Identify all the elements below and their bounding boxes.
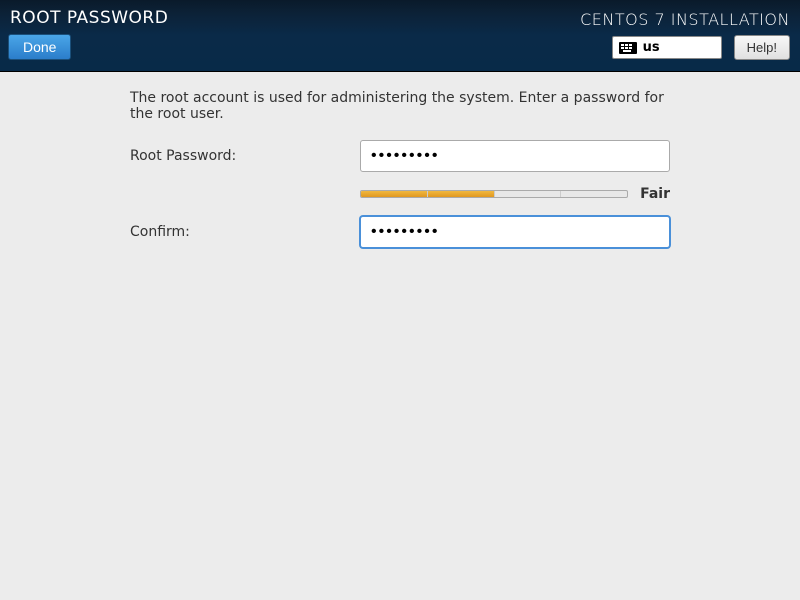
help-button[interactable]: Help!: [734, 35, 790, 60]
header: ROOT PASSWORD Done CENTOS 7 INSTALLATION…: [0, 0, 800, 72]
page-title: ROOT PASSWORD: [10, 8, 168, 28]
password-strength-row: Fair: [360, 186, 670, 202]
confirm-password-input[interactable]: [360, 216, 670, 248]
root-password-input[interactable]: [360, 140, 670, 172]
password-strength-label: Fair: [640, 186, 670, 202]
confirm-password-row: Confirm:: [130, 216, 670, 248]
instruction-text: The root account is used for administeri…: [130, 90, 670, 122]
keyboard-layout-selector[interactable]: us: [612, 36, 722, 59]
root-password-row: Root Password:: [130, 140, 670, 172]
installer-name: CENTOS 7 INSTALLATION: [580, 10, 790, 29]
done-button[interactable]: Done: [8, 34, 71, 60]
header-controls: us Help!: [580, 35, 790, 60]
root-password-label: Root Password:: [130, 148, 360, 164]
strength-segment: [495, 191, 562, 197]
strength-segment: [361, 191, 428, 197]
header-right: CENTOS 7 INSTALLATION us Help!: [580, 10, 790, 60]
strength-segment: [428, 191, 495, 197]
content: The root account is used for administeri…: [0, 72, 800, 248]
keyboard-layout-label: us: [643, 40, 660, 55]
password-strength-bar: [360, 190, 628, 198]
confirm-password-label: Confirm:: [130, 224, 360, 240]
strength-segment: [561, 191, 627, 197]
keyboard-icon: [619, 42, 637, 54]
